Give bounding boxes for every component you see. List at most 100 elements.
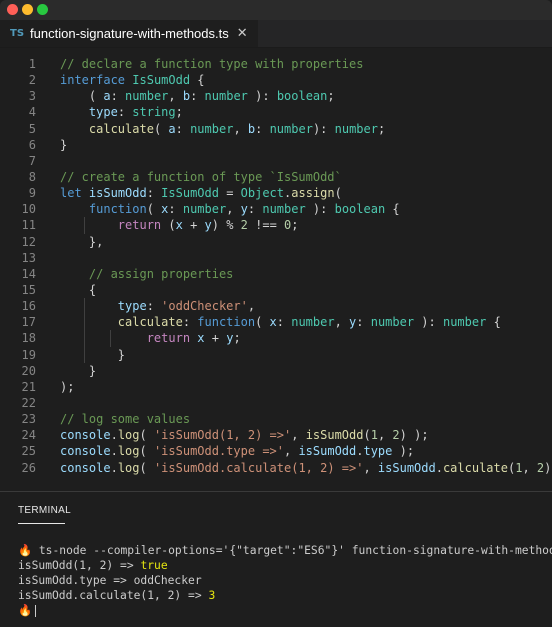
line-number: 18 [21, 331, 36, 346]
zoom-window-button[interactable] [37, 4, 48, 15]
terminal-line: isSumOdd.calculate(1, 2) => 3 [18, 588, 548, 603]
code-token: ( [255, 315, 270, 330]
code-line: 10 function( x: number, y: number ): boo… [0, 201, 552, 217]
code-line: 6} [0, 137, 552, 153]
code-text: } [60, 347, 125, 363]
code-line: 14 // assign properties [0, 266, 552, 282]
code-line: 12 }, [0, 234, 552, 250]
code-token: ; [291, 218, 299, 233]
line-number: 16 [21, 299, 36, 314]
minimize-window-button[interactable] [22, 4, 33, 15]
code-token: number [182, 202, 227, 217]
code-token: number [291, 315, 335, 330]
code-line: 25 console.log( 'isSumOdd.type =>', isSum… [0, 443, 552, 459]
code-token: . [110, 444, 118, 459]
code-line: 8 // create a function of type `IsSumOdd` [0, 169, 552, 185]
code-token: : [168, 202, 183, 217]
code-text: }, [60, 234, 103, 250]
code-token: , [522, 460, 537, 475]
code-token: , [284, 444, 299, 459]
code-token: ): [247, 89, 277, 104]
terminal-text: true [140, 559, 168, 572]
code-token: // declare a function type with properti… [60, 57, 364, 71]
code-text: type: 'oddChecker', [60, 298, 255, 314]
code-token: : [190, 89, 205, 104]
code-token: number [190, 121, 234, 136]
line-number: 11 [21, 218, 36, 233]
code-token: isSumOdd [305, 428, 364, 443]
code-token: ; [327, 89, 335, 104]
line-number: 23 [21, 412, 36, 427]
terminal-line: 🔥 ts-node --compiler-options='{"target":… [18, 543, 552, 558]
code-text: type: string; [60, 104, 183, 120]
close-tab-icon[interactable]: ✕ [237, 26, 248, 41]
code-token: 2 [240, 218, 248, 233]
code-token: IsSumOdd [132, 73, 191, 88]
code-token: ( [161, 218, 176, 233]
code-token: a [168, 121, 176, 136]
code-token: ): [305, 202, 335, 217]
code-token: number [334, 121, 378, 136]
code-token: isSumOdd [377, 460, 436, 475]
code-token: ): [414, 315, 443, 330]
code-token: ) % [211, 218, 241, 233]
tab-terminal[interactable]: TERMINAL [18, 505, 71, 516]
code-line: 24 console.log( 'isSumOdd(1, 2) =>', isSu… [0, 427, 552, 443]
code-token: = [218, 186, 241, 201]
code-line: 17 calculate: function( x: number, y: nu… [0, 314, 552, 331]
code-token: Object [240, 186, 285, 201]
terminal-text: ts-node --compiler-options='{"target":"E… [32, 544, 552, 557]
code-token: type [88, 105, 118, 120]
code-line: 5 calculate( a: number, b: number): numb… [0, 121, 552, 137]
terminal-text: isSumOdd(1, 2) => [18, 559, 141, 572]
code-token: , [363, 460, 378, 475]
code-token: { [190, 73, 205, 88]
code-token: : [182, 315, 198, 330]
line-number: 19 [21, 347, 36, 362]
code-token: string [132, 105, 176, 120]
code-token: number [262, 202, 306, 217]
code-token: 'isSumOdd(1, 2) =>' [153, 428, 292, 443]
code-token: 'isSumOdd.calculate(1, 2) =>' [153, 460, 364, 475]
code-token: x [197, 331, 205, 346]
code-token: , [334, 315, 350, 330]
line-number: 17 [21, 315, 36, 330]
code-token: x [269, 315, 277, 330]
code-token: ); [392, 444, 415, 459]
code-token: . [110, 428, 118, 443]
code-token: : [247, 202, 263, 217]
code-token: ; [377, 121, 386, 136]
code-line: 7 [0, 153, 552, 169]
code-token: : [110, 89, 126, 104]
code-token: calculate [88, 121, 154, 136]
code-token: // assign properties [88, 266, 234, 281]
code-token: number [269, 121, 313, 136]
code-token: . [110, 460, 118, 475]
code-text: function( x: number, y: number ): boolea… [60, 201, 400, 217]
tab-file[interactable]: TS function-signature-with-methods.ts ✕ [0, 20, 258, 47]
code-text: // declare a function type with properti… [60, 56, 363, 72]
code-token: log [117, 460, 140, 475]
close-window-button[interactable] [7, 4, 18, 15]
code-line: 11 return (x + y) % 2 !== 0; [0, 217, 552, 234]
code-token: 'isSumOdd.type =>' [153, 444, 284, 459]
code-editor[interactable]: 1 // declare a function type with propert… [0, 56, 552, 476]
code-token: y [240, 202, 248, 217]
line-number: 24 [21, 428, 36, 443]
terminal-text: isSumOdd.type => oddChecker [18, 574, 202, 587]
code-token: ( [334, 186, 342, 201]
terminal-output[interactable]: 🔥 ts-node --compiler-options='{"target":… [18, 543, 552, 618]
code-text: } [60, 363, 96, 379]
code-text: console.log( 'isSumOdd.type =>', isSumOd… [60, 443, 414, 459]
code-text: // create a function of type `IsSumOdd` [60, 169, 342, 185]
code-token: , [233, 121, 248, 136]
panel-divider [0, 491, 552, 492]
code-token: number [370, 315, 415, 330]
code-token: } [60, 347, 126, 362]
prompt-fire-icon: 🔥 [18, 604, 33, 617]
code-token: calculate [442, 460, 508, 475]
